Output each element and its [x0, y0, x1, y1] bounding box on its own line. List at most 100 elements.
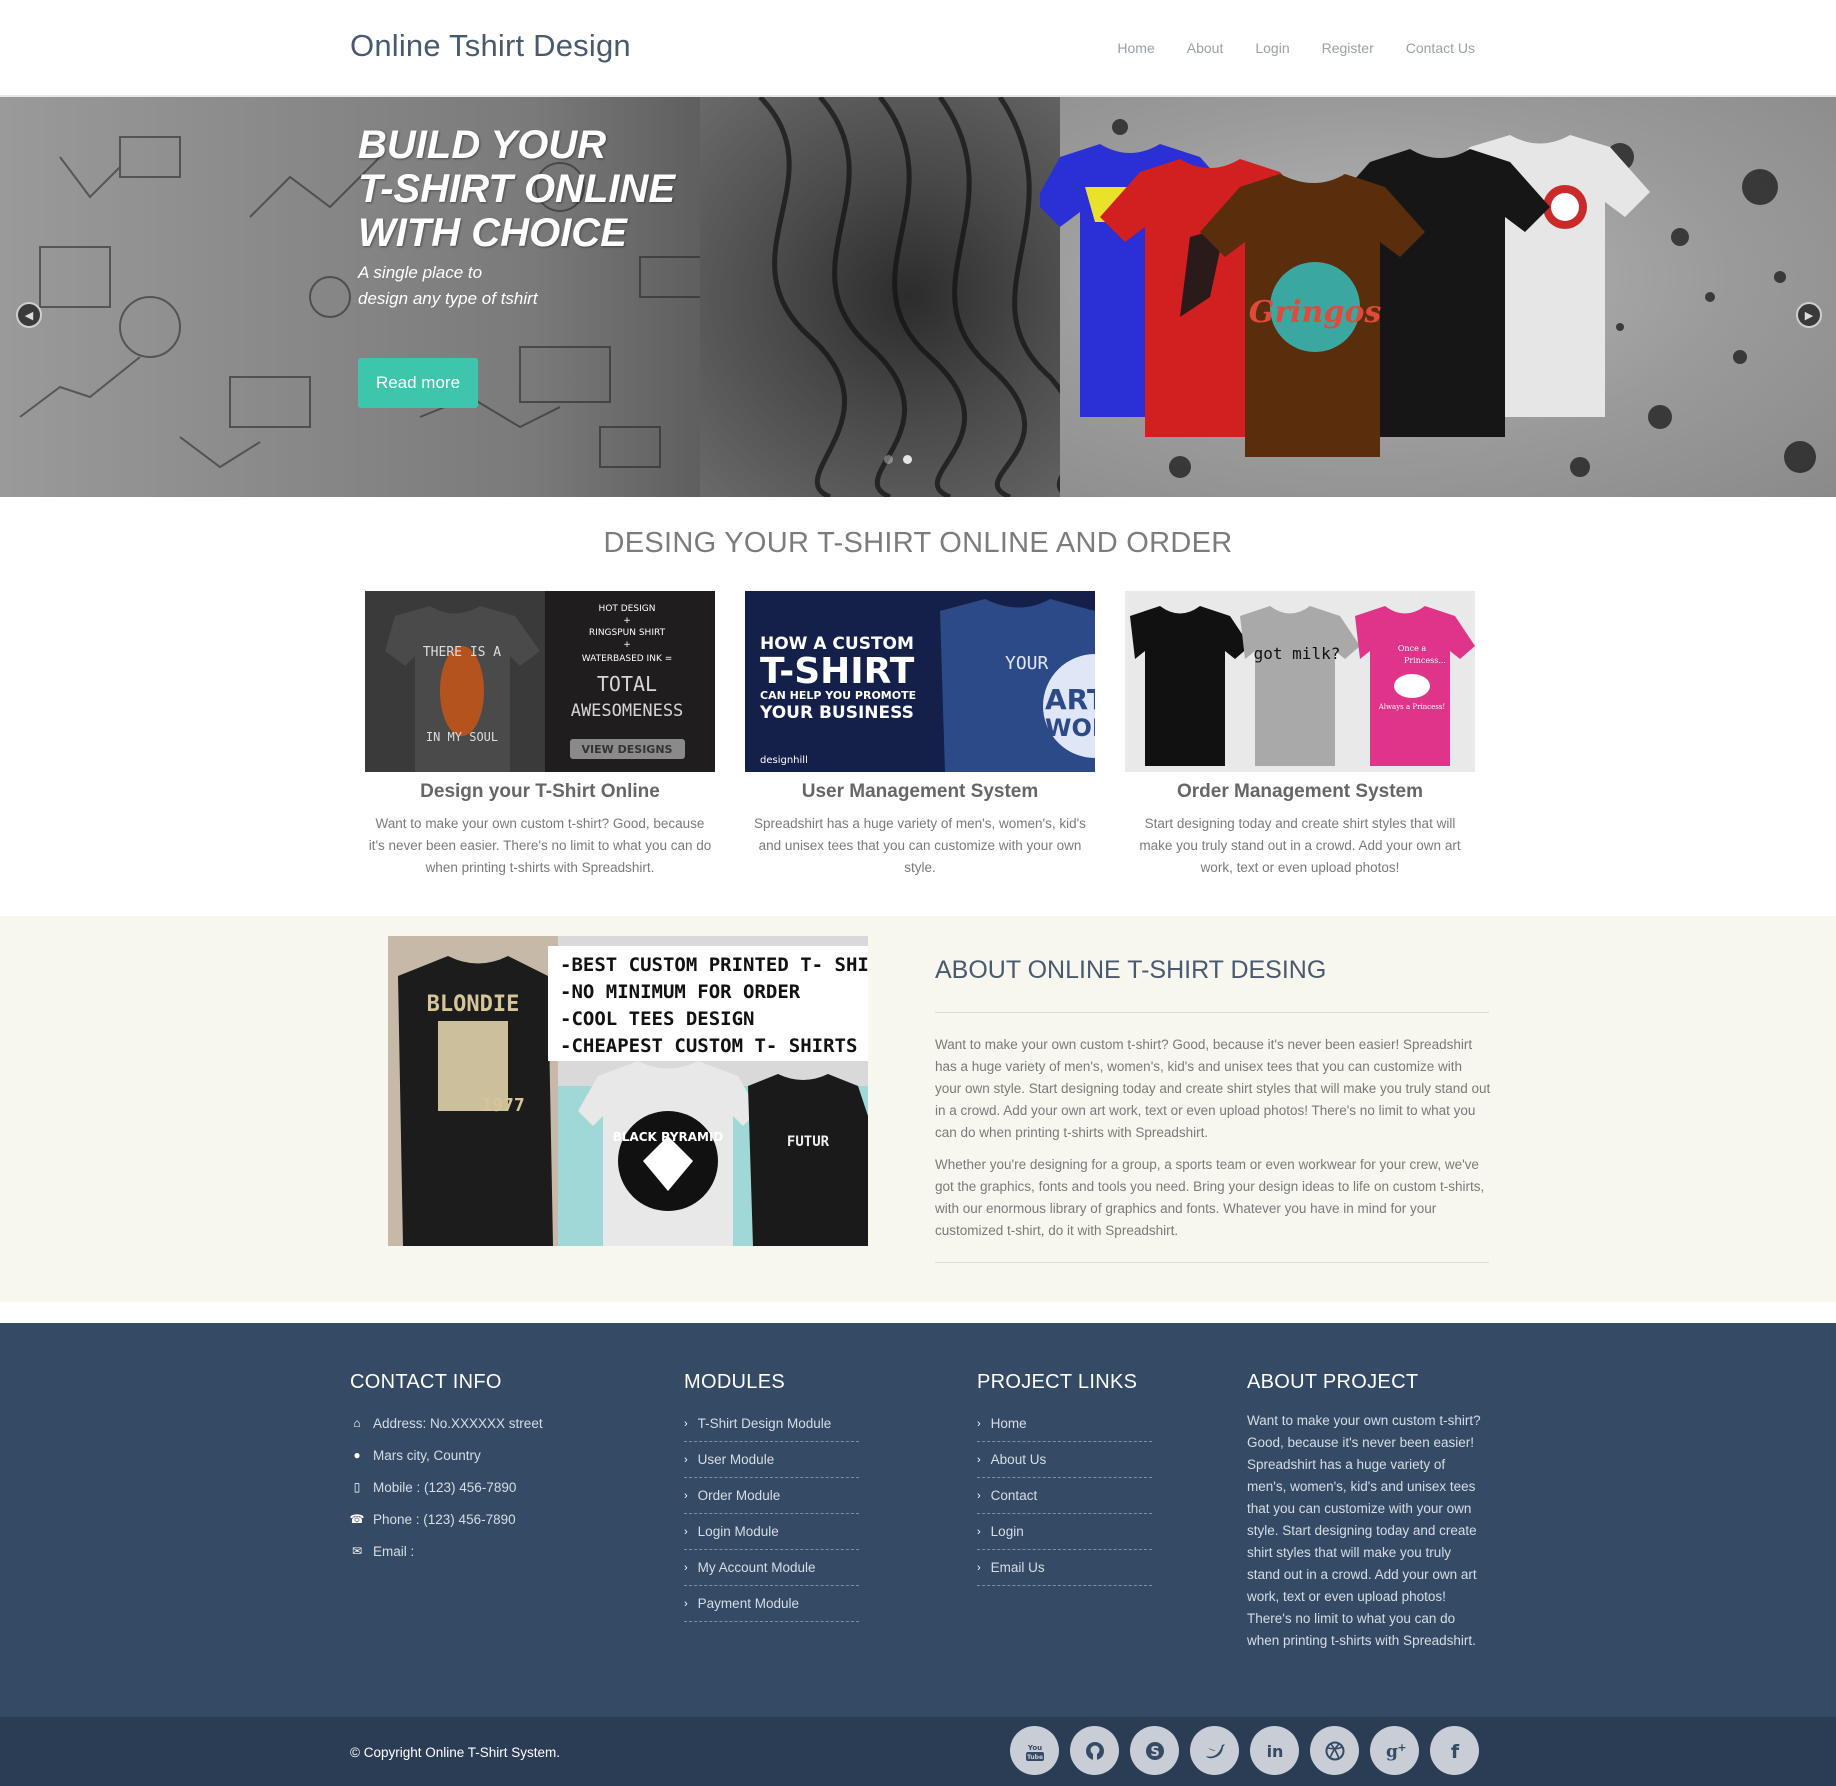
phone-icon: ☎ [349, 1512, 365, 1526]
contact-phone-text: Phone : (123) 456-7890 [373, 1511, 516, 1527]
hero-title-line: BUILD YOUR [358, 123, 607, 167]
features-heading: DESING YOUR T-SHIRT ONLINE AND ORDER [603, 527, 1233, 559]
chevron-right-icon: › [684, 1453, 688, 1466]
skype-glyph: S [1145, 1741, 1164, 1760]
globe-icon: ● [353, 1448, 361, 1462]
facebook-icon[interactable]: f [1430, 1726, 1479, 1775]
module-link-label: Login Module [697, 1524, 779, 1539]
google-plus-icon[interactable]: g + [1370, 1726, 1419, 1775]
feature-image-text: RINGSPUN SHIRT [589, 628, 666, 638]
svg-text:Tube: Tube [1026, 1754, 1042, 1761]
about-image-text: 1977 [481, 1095, 524, 1116]
about-section: BLONDIE 1977 -BEST CUSTOM PRINTED T- SHI… [0, 916, 1836, 1302]
project-link-label: Contact [990, 1488, 1038, 1503]
feature-image-text: Once a [1398, 644, 1426, 653]
footer-heading: CONTACT INFO [350, 1371, 502, 1393]
feature-user-graphic: HOW A CUSTOM T-SHIRT CAN HELP YOU PROMOT… [745, 591, 1095, 772]
feature-image-text: HOT DESIGN [599, 604, 656, 614]
project-link-login[interactable]: › Login [977, 1514, 1152, 1550]
linkedin-icon[interactable]: in [1250, 1726, 1299, 1775]
facebook-glyph: f [1450, 1741, 1459, 1762]
module-link-label: Order Module [697, 1488, 781, 1503]
hero-subtitle-line: A single place to [358, 263, 483, 282]
hero-title-line: T-SHIRT ONLINE [358, 167, 676, 211]
home-icon: ⌂ [353, 1416, 361, 1430]
feature-image-text: got milk? [1254, 644, 1341, 663]
tee-print-text: Gringos [1249, 295, 1382, 330]
feature-image-text: TOTAL [597, 672, 657, 696]
module-link[interactable]: › Login Module [684, 1514, 859, 1550]
contact-city: ● Mars city, Country [350, 1446, 543, 1464]
nav-about[interactable]: About [1187, 40, 1224, 56]
modules-list: › T-Shirt Design Module › User Module › Ord… [684, 1406, 859, 1622]
youtube-icon[interactable]: You Tube [1010, 1726, 1059, 1775]
nav-register[interactable]: Register [1322, 40, 1374, 56]
slider-prev-arrow-icon[interactable]: ◀ [16, 302, 42, 328]
module-link-label: My Account Module [697, 1560, 816, 1575]
hero-subtitle: A single place to design any type of tsh… [358, 260, 658, 312]
feature-text: Want to make your own custom t-shirt? Go… [368, 816, 712, 875]
read-more-button[interactable]: Read more [358, 358, 478, 408]
github-icon[interactable] [1070, 1726, 1119, 1775]
main-nav: Home About Login Register Contact Us [1117, 40, 1475, 56]
chevron-right-icon: › [684, 1489, 688, 1502]
about-project-text: Want to make your own custom t-shirt? Go… [1247, 1413, 1481, 1648]
feature-image-text: ART [1045, 683, 1095, 716]
chevron-right-icon: › [977, 1561, 981, 1574]
github-glyph [1085, 1741, 1104, 1760]
slider-pagination [884, 455, 912, 464]
slider-dot[interactable] [884, 455, 893, 464]
skype-icon[interactable]: S [1130, 1726, 1179, 1775]
contact-email: ✉ Email : [350, 1542, 543, 1560]
nav-contact-us[interactable]: Contact Us [1406, 40, 1475, 56]
site-footer: CONTACT INFO ⌂ Address: No.XXXXXX street… [0, 1323, 1836, 1717]
twitter-icon[interactable] [1190, 1726, 1239, 1775]
about-image-text: -BEST CUSTOM PRINTED T- SHIRTS [560, 954, 868, 976]
module-link[interactable]: › Payment Module [684, 1586, 859, 1622]
hero-tshirts-image: Gringos [1040, 135, 1650, 457]
youtube-glyph: You Tube [1025, 1744, 1044, 1761]
svg-text:+: + [1397, 1741, 1406, 1754]
feature-image-text: WOR [1045, 714, 1095, 742]
project-link-home[interactable]: › Home [977, 1406, 1152, 1442]
hero-title: BUILD YOUR T-SHIRT ONLINE WITH CHOICE [358, 123, 778, 255]
module-link-label: Payment Module [697, 1596, 799, 1611]
feature-card-order: got milk? Once a Princess... Always a Pr… [1125, 591, 1475, 879]
about-heading: ABOUT ONLINE T-SHIRT DESING [935, 956, 1327, 984]
project-link-label: Email Us [990, 1560, 1045, 1575]
module-link[interactable]: › Order Module [684, 1478, 859, 1514]
slider-next-arrow-icon[interactable]: ▶ [1796, 302, 1822, 328]
site-logo[interactable]: Online Tshirt Design [350, 28, 631, 64]
slider-dot-active[interactable] [903, 455, 912, 464]
feature-order-graphic: got milk? Once a Princess... Always a Pr… [1125, 591, 1475, 772]
nav-login[interactable]: Login [1255, 40, 1289, 56]
chevron-right-icon: › [977, 1417, 981, 1430]
feature-image-text: VIEW DESIGNS [582, 743, 673, 756]
dribbble-icon[interactable] [1310, 1726, 1359, 1775]
footer-modules: MODULES › T-Shirt Design Module › User Mod… [684, 1371, 859, 1622]
feature-design-graphic: THERE IS A IN MY SOUL HOT DESIGN + RINGS… [365, 591, 715, 772]
contact-address: ⌂ Address: No.XXXXXX street [350, 1414, 542, 1432]
feature-image-text: + [623, 616, 631, 626]
feature-image-order: got milk? Once a Princess... Always a Pr… [1125, 591, 1475, 772]
module-link[interactable]: › User Module [684, 1442, 859, 1478]
feature-image-text: YOUR [1005, 653, 1049, 674]
feature-image-text: Always a Princess! [1378, 703, 1446, 711]
feature-text: Start designing today and create shirt s… [1139, 816, 1461, 875]
project-link-contact[interactable]: › Contact [977, 1478, 1152, 1514]
feature-image-text: IN MY SOUL [426, 730, 498, 744]
project-link-email[interactable]: › Email Us [977, 1550, 1152, 1586]
about-image-text: -NO MINIMUM FOR ORDER [560, 981, 801, 1003]
feature-card-design: THERE IS A IN MY SOUL HOT DESIGN + RINGS… [365, 591, 715, 879]
module-link[interactable]: › My Account Module [684, 1550, 859, 1586]
contact-mobile: ▯ Mobile : (123) 456-7890 [350, 1478, 543, 1496]
footer-heading: ABOUT PROJECT [1247, 1371, 1419, 1393]
project-link-label: Login [990, 1524, 1024, 1539]
project-link-about[interactable]: › About Us [977, 1442, 1152, 1478]
module-link[interactable]: › T-Shirt Design Module [684, 1406, 859, 1442]
dribbble-glyph [1325, 1741, 1344, 1760]
svg-text:g: g [1386, 1742, 1398, 1762]
chevron-right-icon: › [977, 1525, 981, 1538]
contact-email-text: Email : [373, 1543, 415, 1559]
nav-home[interactable]: Home [1117, 40, 1154, 56]
